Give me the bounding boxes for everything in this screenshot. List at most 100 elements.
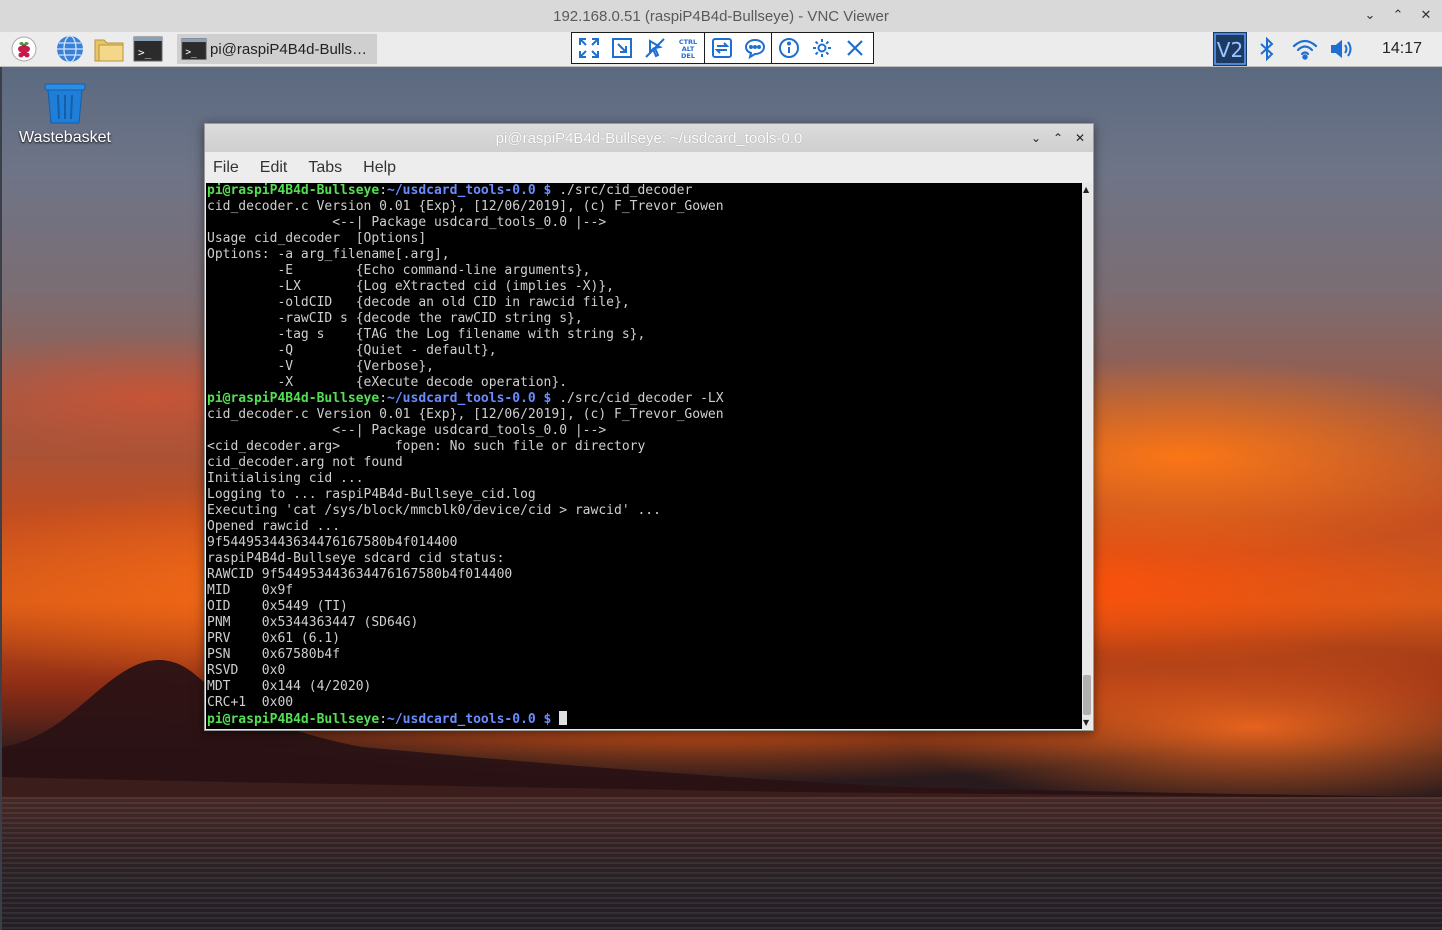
system-tray: V2 14:17 <box>1212 32 1442 66</box>
command-output: cid_decoder.c Version 0.01 {Exp}, [12/06… <box>207 199 724 390</box>
svg-text:V2: V2 <box>1217 38 1243 62</box>
terminal-minimize-icon[interactable]: ⌄ <box>1029 128 1043 148</box>
wastebasket-desktop-icon[interactable]: Wastebasket <box>10 80 120 147</box>
prompt-path: ~/usdcard_tools-0.0 $ <box>387 712 552 727</box>
vnc-maximize-icon[interactable]: ⌃ <box>1390 6 1406 24</box>
terminal-text: pi@raspiP4B4d-Bullseye:~/usdcard_tools-0… <box>206 183 1082 728</box>
file-transfer-icon[interactable] <box>705 33 738 63</box>
prompt-line: pi@raspiP4B4d-Bullseye:~/usdcard_tools-0… <box>207 711 568 727</box>
command-text: ./src/cid_decoder <box>559 183 693 198</box>
info-icon[interactable] <box>772 33 805 63</box>
vnc-window-controls: ⌄ ⌃ ✕ <box>1362 6 1434 24</box>
trash-icon <box>44 83 86 124</box>
output-line: RAWCID 9f544953443634476167580b4f014400 <box>207 567 513 582</box>
output-line: Options: -a arg_filename[.arg], <box>207 247 450 262</box>
prompt-user: pi@raspiP4B4d-Bullseye <box>207 183 380 198</box>
cursor-mute-icon[interactable] <box>638 33 671 63</box>
menu-tabs[interactable]: Tabs <box>308 159 342 177</box>
file-manager-icon[interactable] <box>94 34 124 64</box>
output-line: -V {Verbose}, <box>207 359 434 374</box>
web-browser-icon[interactable] <box>55 34 85 64</box>
sea-water <box>2 797 1442 930</box>
scrollbar-thumb[interactable] <box>1083 675 1091 715</box>
vnc-window-title: 192.168.0.51 (raspiP4B4d-Bullseye) - VNC… <box>553 7 889 25</box>
output-line: MID 0x9f <box>207 583 294 598</box>
terminal-scrollbar[interactable]: ▲ ▼ <box>1082 183 1092 729</box>
output-line: Usage cid_decoder [Options] <box>207 231 427 246</box>
ctrl-alt-del-icon[interactable]: CTRL ALT DEL <box>671 33 704 63</box>
disconnect-close-icon[interactable] <box>838 33 871 63</box>
prompt-line: pi@raspiP4B4d-Bullseye:~/usdcard_tools-0… <box>207 183 692 198</box>
prompt-path: ~/usdcard_tools-0.0 $ <box>387 183 552 198</box>
output-line: Initialising cid ... <box>207 471 364 486</box>
command-text: ./src/cid_decoder -LX <box>559 391 724 406</box>
terminal-window-controls: ⌄ ⌃ ✕ <box>1029 128 1087 148</box>
terminal-task-icon: >_ <box>181 38 207 60</box>
fullscreen-icon[interactable] <box>572 33 605 63</box>
menu-file[interactable]: File <box>213 159 239 177</box>
output-line: -rawCID s {decode the rawCID string s}, <box>207 311 583 326</box>
output-line: <--| Package usdcard_tools_0.0 |--> <box>207 423 607 438</box>
terminal-maximize-icon[interactable]: ⌃ <box>1051 128 1065 148</box>
output-line: -X {eXecute decode operation}. <box>207 375 568 390</box>
volume-icon[interactable] <box>1324 32 1362 66</box>
output-line: Logging to ... raspiP4B4d-Bullseye_cid.l… <box>207 487 536 502</box>
output-line: raspiP4B4d-Bullseye sdcard cid status: <box>207 551 505 566</box>
output-line: Executing 'cat /sys/block/mmcblk0/device… <box>207 503 661 518</box>
command-output: cid_decoder.c Version 0.01 {Exp}, [12/06… <box>207 407 724 710</box>
settings-gear-icon[interactable] <box>805 33 838 63</box>
output-line: cid_decoder.arg not found <box>207 455 403 470</box>
terminal-close-icon[interactable]: ✕ <box>1073 128 1087 148</box>
vnc-toolbar: CTRL ALT DEL <box>571 32 874 64</box>
raspberry-menu-icon[interactable] <box>9 34 39 64</box>
terminal-menubar: File Edit Tabs Help <box>205 152 1093 183</box>
output-line: -Q {Quiet - default}, <box>207 343 497 358</box>
taskbar: >_ >_ pi@raspiP4B4d-Bulls… CTRL ALT DEL … <box>0 32 1442 67</box>
svg-text:>_: >_ <box>185 47 197 58</box>
output-line: PSN 0x67580b4f <box>207 647 341 662</box>
prompt-user: pi@raspiP4B4d-Bullseye <box>207 391 380 406</box>
vnc-minimize-icon[interactable]: ⌄ <box>1362 6 1378 24</box>
svg-text:DEL: DEL <box>681 52 695 59</box>
terminal-title: pi@raspiP4B4d-Bullseye: ~/usdcard_tools-… <box>495 129 803 147</box>
prompt-colon: : <box>379 391 388 406</box>
output-line: cid_decoder.c Version 0.01 {Exp}, [12/06… <box>207 199 724 214</box>
output-line: -LX {Log eXtracted cid (implies -X)}, <box>207 279 614 294</box>
scroll-up-arrow-icon[interactable]: ▲ <box>1083 185 1089 194</box>
prompt-line: pi@raspiP4B4d-Bullseye:~/usdcard_tools-0… <box>207 391 724 406</box>
vnc-server-icon[interactable]: V2 <box>1212 32 1248 66</box>
output-line: -tag s {TAG the Log filename with string… <box>207 327 646 342</box>
terminal-titlebar[interactable]: pi@raspiP4B4d-Bullseye: ~/usdcard_tools-… <box>205 124 1093 152</box>
prompt-colon: : <box>379 712 388 727</box>
output-line: <--| Package usdcard_tools_0.0 |--> <box>207 215 607 230</box>
bluetooth-icon[interactable] <box>1248 32 1286 66</box>
output-line: <cid_decoder.arg> fopen: No such file or… <box>207 439 646 454</box>
output-line: OID 0x5449 (TI) <box>207 599 348 614</box>
vnc-close-icon[interactable]: ✕ <box>1418 6 1434 24</box>
wifi-icon[interactable] <box>1286 32 1324 66</box>
vnc-titlebar: 192.168.0.51 (raspiP4B4d-Bullseye) - VNC… <box>0 0 1442 32</box>
menu-help[interactable]: Help <box>363 159 396 177</box>
scroll-down-arrow-icon[interactable]: ▼ <box>1083 718 1089 727</box>
output-line: CRC+1 0x00 <box>207 695 294 710</box>
prompt-path: ~/usdcard_tools-0.0 $ <box>387 391 552 406</box>
wastebasket-label: Wastebasket <box>19 129 111 146</box>
scale-icon[interactable] <box>605 33 638 63</box>
clock[interactable]: 14:17 <box>1362 40 1442 58</box>
output-line: PNM 0x5344363447 (SD64G) <box>207 615 419 630</box>
terminal-output[interactable]: pi@raspiP4B4d-Bullseye:~/usdcard_tools-0… <box>206 183 1082 729</box>
menu-edit[interactable]: Edit <box>260 159 288 177</box>
output-line: -E {Echo command-line arguments}, <box>207 263 591 278</box>
taskbar-terminal-task[interactable]: >_ pi@raspiP4B4d-Bulls… <box>177 34 377 64</box>
output-line: Opened rawcid ... <box>207 519 341 534</box>
terminal-window: pi@raspiP4B4d-Bullseye: ~/usdcard_tools-… <box>204 123 1094 731</box>
terminal-launcher-icon[interactable]: >_ <box>133 34 163 64</box>
output-line: -oldCID {decode an old CID in rawcid fil… <box>207 295 630 310</box>
chat-icon[interactable] <box>738 33 771 63</box>
svg-text:>_: >_ <box>138 46 152 59</box>
prompt-colon: : <box>379 183 388 198</box>
output-line: 9f544953443634476167580b4f014400 <box>207 535 458 550</box>
taskbar-task-label: pi@raspiP4B4d-Bulls… <box>210 40 367 58</box>
prompt-user: pi@raspiP4B4d-Bullseye <box>207 712 380 727</box>
output-line: cid_decoder.c Version 0.01 {Exp}, [12/06… <box>207 407 724 422</box>
